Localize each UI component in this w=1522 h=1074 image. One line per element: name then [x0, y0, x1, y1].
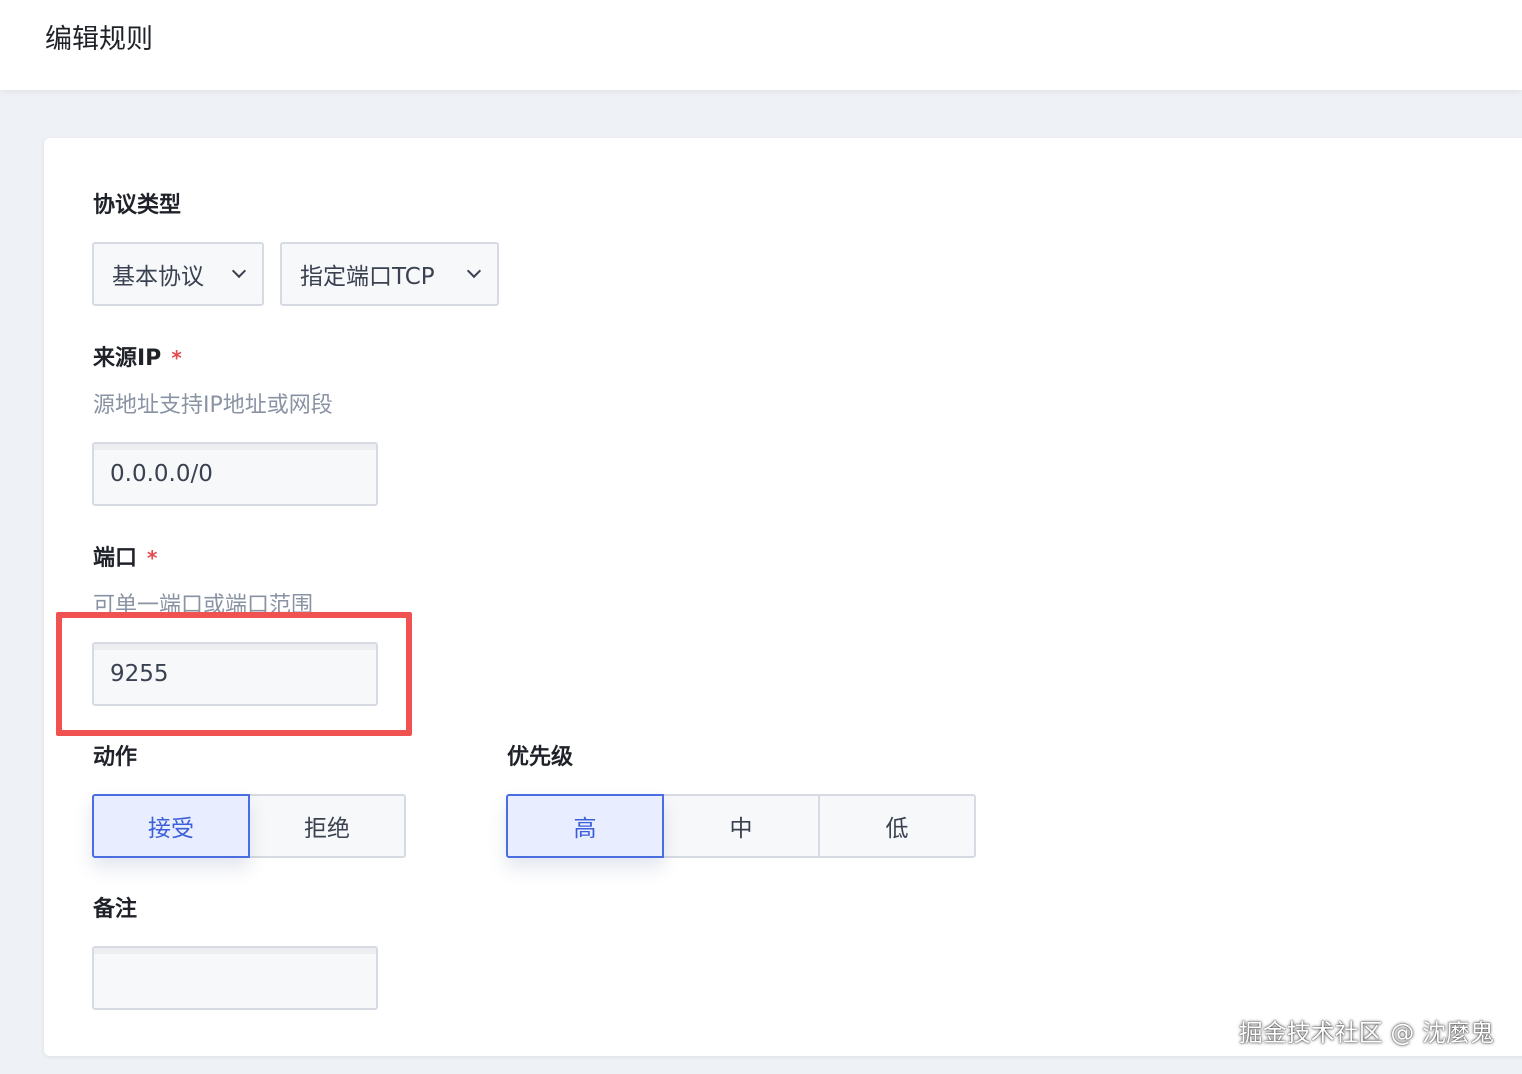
page-title: 编辑规则: [45, 24, 153, 55]
basic-protocol-select-value: 基本协议: [112, 264, 204, 290]
watermark: 掘金技术社区 @ 沈麼鬼: [1238, 1019, 1494, 1047]
required-mark: *: [147, 546, 158, 570]
priority-option-high[interactable]: 高: [506, 794, 664, 858]
source-ip-hint: 源地址支持IP地址或网段: [93, 393, 333, 418]
protocol-type-label: 协议类型: [93, 193, 182, 218]
chevron-down-icon: [466, 263, 482, 279]
source-ip-input[interactable]: [92, 442, 378, 506]
priority-label: 优先级: [507, 745, 574, 770]
port-protocol-select-value: 指定端口TCP: [300, 264, 435, 290]
port-input[interactable]: [92, 642, 378, 706]
source-ip-label: 来源IP *: [93, 343, 182, 374]
action-option-reject[interactable]: 拒绝: [248, 794, 406, 858]
required-mark: *: [171, 346, 182, 370]
basic-protocol-select[interactable]: 基本协议: [92, 242, 264, 306]
remark-input[interactable]: [92, 946, 378, 1010]
top-bar: 编辑规则: [0, 0, 1522, 90]
port-label: 端口 *: [93, 543, 157, 574]
action-segmented-control: 接受 拒绝: [92, 794, 406, 858]
action-option-accept[interactable]: 接受: [92, 794, 250, 858]
priority-option-low[interactable]: 低: [818, 794, 976, 858]
remark-label: 备注: [93, 897, 138, 922]
port-label-text: 端口: [93, 546, 138, 571]
port-protocol-select[interactable]: 指定端口TCP: [280, 242, 499, 306]
port-hint: 可单一端口或端口范围: [93, 593, 314, 612]
priority-segmented-control: 高 中 低: [506, 794, 976, 858]
action-label: 动作: [93, 745, 138, 770]
priority-option-medium[interactable]: 中: [662, 794, 820, 858]
source-ip-label-text: 来源IP: [93, 346, 162, 371]
chevron-down-icon: [231, 263, 247, 279]
